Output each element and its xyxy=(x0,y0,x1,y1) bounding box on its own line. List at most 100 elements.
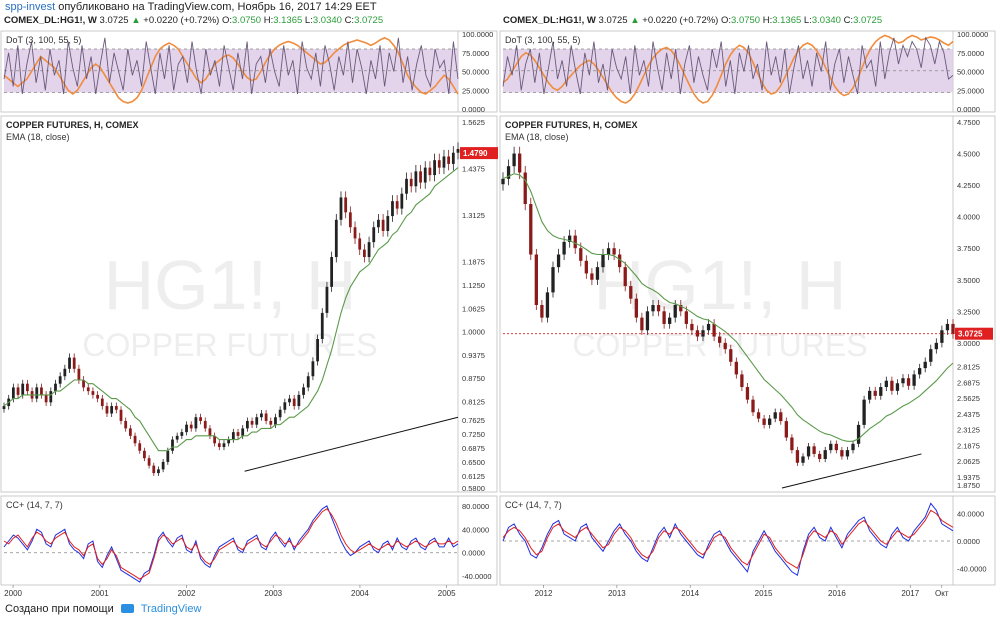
left-candle-body xyxy=(199,417,202,421)
right-candle-body xyxy=(640,317,644,331)
left-candle-body xyxy=(166,450,170,462)
right-candle-body xyxy=(573,235,577,249)
left-candle-body xyxy=(316,338,319,362)
left-price-tick: 0.9375 xyxy=(462,351,485,360)
left-candle-body xyxy=(330,257,334,287)
right-candle-body xyxy=(934,342,938,350)
right-candle-body xyxy=(595,267,600,280)
right-candle-body xyxy=(751,399,755,413)
right-candle-body xyxy=(951,323,955,335)
left-candle-body xyxy=(185,424,188,433)
left-candle-body xyxy=(143,450,146,459)
right-candle-body xyxy=(795,450,800,463)
left-cc-tick: -40.0000 xyxy=(462,572,492,581)
left-candle-body xyxy=(405,178,408,194)
right-price-tick: 1.8750 xyxy=(957,481,980,490)
right-candle-body xyxy=(740,374,744,388)
left-candle-body xyxy=(110,406,114,414)
left-candle-body xyxy=(16,387,20,395)
right-x-tick-label: 2015 xyxy=(755,589,773,598)
right-price-tick: 3.0000 xyxy=(957,339,980,348)
tradingview-logo-icon xyxy=(120,604,134,613)
left-candle-body xyxy=(344,197,348,213)
right-candle-body xyxy=(901,378,905,384)
right-candle-body xyxy=(884,380,888,388)
left-candle-body xyxy=(171,439,174,451)
left-candle-body xyxy=(442,156,446,168)
left-candle-body xyxy=(419,171,422,183)
right-dot-tick: 50.0000 xyxy=(957,68,984,77)
right-candle-body xyxy=(818,453,822,459)
right-candle-body xyxy=(756,412,761,419)
tradingview-link[interactable]: TradingView xyxy=(141,603,202,615)
left-main-title: COPPER FUTURES, H, COMEX xyxy=(6,120,139,130)
left-ema-label: EMA (18, close) xyxy=(6,132,70,142)
left-candle-body xyxy=(283,402,287,410)
left-candle-body xyxy=(152,465,156,474)
right-candle-body xyxy=(834,443,838,451)
left-candle-body xyxy=(49,391,53,403)
right-candle-body xyxy=(779,412,783,422)
right-candle-body xyxy=(540,305,544,318)
right-price-tick: 3.2500 xyxy=(957,307,980,316)
left-candle-body xyxy=(222,443,226,448)
left-price-tick: 1.1250 xyxy=(462,281,485,290)
left-candle-body xyxy=(2,406,6,410)
right-x-tick-label: 2016 xyxy=(828,589,846,598)
right-dot-tick: 25.0000 xyxy=(957,86,984,95)
left-candle-body xyxy=(428,167,432,176)
left-candle-body xyxy=(72,357,76,369)
left-price-tick: 0.7625 xyxy=(462,416,485,425)
right-candle-body xyxy=(862,399,866,425)
left-candle-body xyxy=(400,193,404,209)
left-price-tick: 1.4375 xyxy=(462,165,485,174)
left-candle-body xyxy=(372,227,376,243)
right-candle-body xyxy=(712,323,716,337)
left-candle-body xyxy=(236,432,240,436)
right-candle-body xyxy=(823,450,827,459)
left-candle-body xyxy=(77,368,81,380)
right-candle-body xyxy=(812,446,816,454)
right-candle-body xyxy=(718,336,722,343)
left-candle-body xyxy=(86,387,90,392)
left-candle-body xyxy=(189,424,193,429)
left-candle-body xyxy=(175,435,179,440)
left-dot-label: DoT (3, 100, 55, 5) xyxy=(6,35,81,45)
left-candle-body xyxy=(68,357,71,369)
right-candle-body xyxy=(906,378,911,386)
right-candle-body xyxy=(845,450,850,457)
left-x-tick-label: 2004 xyxy=(351,589,369,598)
left-candle-body xyxy=(128,428,132,436)
right-candle-body xyxy=(634,298,638,318)
left-candle-body xyxy=(63,368,67,377)
right-candle-body xyxy=(656,305,661,312)
left-candle-body xyxy=(217,443,221,448)
right-watermark: HG1!, H xyxy=(594,246,847,324)
left-x-tick-label: 2005 xyxy=(438,589,456,598)
right-candle-body xyxy=(929,349,933,362)
left-cc-label: CC+ (14, 7, 7) xyxy=(6,500,63,510)
chart-canvas: COMEX_DL:HG1!, W 3.0725 ▲ +0.0220 (+0.72… xyxy=(0,15,996,598)
left-watermark: HG1!, H xyxy=(104,246,357,324)
left-price-tick: 0.5800 xyxy=(462,484,485,493)
right-candle-body xyxy=(579,248,583,261)
right-cc-tick: 0.0000 xyxy=(957,537,980,546)
right-last-price-label: 3.0725 xyxy=(958,330,983,339)
right-candle-body xyxy=(690,323,694,331)
left-candle-body xyxy=(231,432,235,440)
right-candle-body xyxy=(829,443,833,451)
left-price-tick: 0.6125 xyxy=(462,472,485,481)
right-candle-body xyxy=(918,368,922,375)
left-candle-body xyxy=(325,286,329,313)
left-x-tick-label: 2000 xyxy=(4,589,22,598)
right-candle-body xyxy=(784,421,788,438)
left-price-tick: 0.6500 xyxy=(462,458,485,467)
left-candle-body xyxy=(288,398,291,403)
right-candle-body xyxy=(806,446,811,457)
right-price-tick: 4.5000 xyxy=(957,150,980,159)
right-candle-body xyxy=(773,412,777,419)
left-candle-body xyxy=(339,197,343,220)
right-price-tick: 3.7500 xyxy=(957,244,980,253)
left-candle-body xyxy=(241,428,245,436)
left-price-tick: 1.5625 xyxy=(462,118,485,127)
